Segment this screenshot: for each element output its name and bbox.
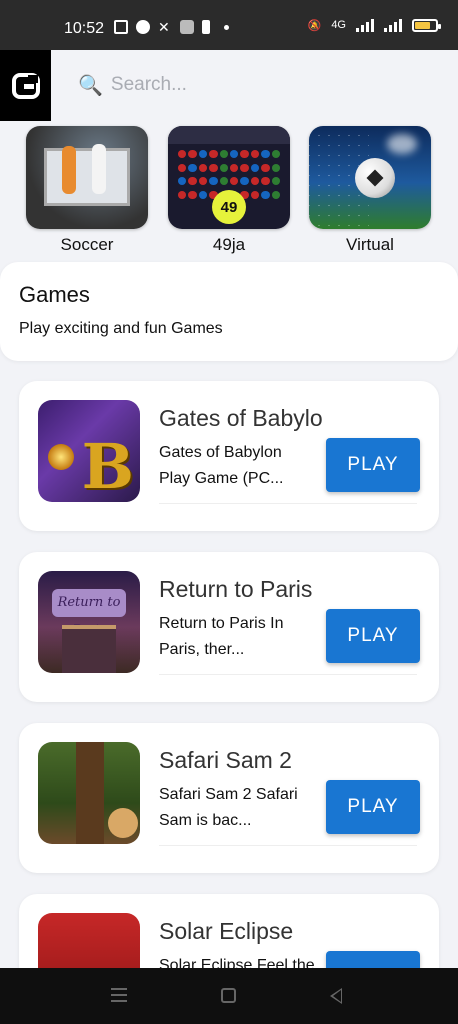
game-description: Gates of Babylon Play Game (PC...: [159, 440, 309, 492]
app-logo[interactable]: [0, 50, 51, 121]
category-label: Virtual: [346, 235, 394, 254]
game-title: Solar Eclipse: [159, 918, 294, 944]
games-section-header: Games Play exciting and fun Games: [0, 262, 458, 361]
search-input[interactable]: [110, 74, 351, 96]
game-card-gates-of-babylon[interactable]: B Gates of Babylo Gates of Babylon Play …: [19, 381, 439, 531]
game-description: Return to Paris In Paris, ther...: [159, 611, 309, 663]
search-bar[interactable]: 🔍: [78, 70, 378, 100]
system-icons: 🔕 4G: [307, 18, 441, 32]
desc-line: Safari Sam 2 Safari: [159, 786, 298, 803]
game-title: Gates of Babylo: [159, 405, 323, 431]
category-49ja[interactable]: 49 49ja: [168, 126, 290, 255]
msg-icon: [114, 20, 128, 34]
status-bar: 10:52 ✕ 🔕 4G: [0, 0, 458, 50]
game-card-return-to-paris[interactable]: Return to Paris Return to Paris Return t…: [19, 552, 439, 702]
49ja-thumbnail: 49: [168, 126, 290, 229]
notification-icons: ✕: [114, 20, 229, 34]
mute-icon: 🔕: [307, 19, 322, 32]
signal-icon: [384, 18, 402, 32]
divider: [159, 845, 417, 846]
desc-line: Paris, ther...: [159, 641, 245, 658]
category-label: 49ja: [212, 235, 246, 254]
game-description: Safari Sam 2 Safari Sam is bac...: [159, 782, 309, 834]
facebook-icon: [136, 20, 150, 34]
section-subtitle: Play exciting and fun Games: [19, 320, 223, 337]
app-logo-icon: [11, 72, 40, 99]
section-title: Games: [19, 282, 90, 307]
game-thumbnail: [38, 742, 140, 844]
recents-icon[interactable]: [111, 988, 127, 1002]
49-ball-badge: 49: [212, 190, 246, 224]
desc-line: Gates of Babylon: [159, 444, 282, 461]
game-thumbnail: B: [38, 400, 140, 502]
play-button[interactable]: PLAY: [326, 438, 420, 492]
desc-line: Sam is bac...: [159, 812, 252, 829]
divider: [159, 503, 417, 504]
game-card-safari-sam-2[interactable]: Safari Sam 2 Safari Sam 2 Safari Sam is …: [19, 723, 439, 873]
desc-line: Return to Paris In: [159, 615, 284, 632]
divider: [159, 674, 417, 675]
back-icon[interactable]: [330, 988, 342, 1004]
play-button[interactable]: PLAY: [326, 609, 420, 663]
virtual-thumbnail: [309, 126, 431, 229]
network-label: 4G: [331, 19, 346, 31]
home-icon[interactable]: [221, 988, 236, 1003]
system-nav-bar: [0, 968, 458, 1024]
camera-icon: [180, 20, 194, 34]
category-virtual[interactable]: Virtual: [309, 126, 431, 255]
battery-icon: [412, 18, 441, 32]
desc-line: Play Game (PC...: [159, 470, 284, 487]
x-icon: ✕: [158, 19, 170, 35]
lock-icon: [202, 20, 210, 34]
play-button[interactable]: PLAY: [326, 780, 420, 834]
search-icon: 🔍: [78, 74, 103, 97]
clock: 10:52: [64, 20, 105, 37]
battery-level: [415, 21, 430, 29]
signal-icon: [356, 18, 374, 32]
category-soccer[interactable]: Soccer: [26, 126, 148, 255]
thumbnail-logo-text: Return to Paris: [52, 589, 126, 638]
dot-icon: [224, 24, 229, 30]
game-title: Return to Paris: [159, 576, 313, 602]
soccer-thumbnail: [26, 126, 148, 229]
category-label: Soccer: [60, 235, 114, 254]
game-thumbnail: Return to Paris: [38, 571, 140, 673]
game-title: Safari Sam 2: [159, 747, 292, 773]
